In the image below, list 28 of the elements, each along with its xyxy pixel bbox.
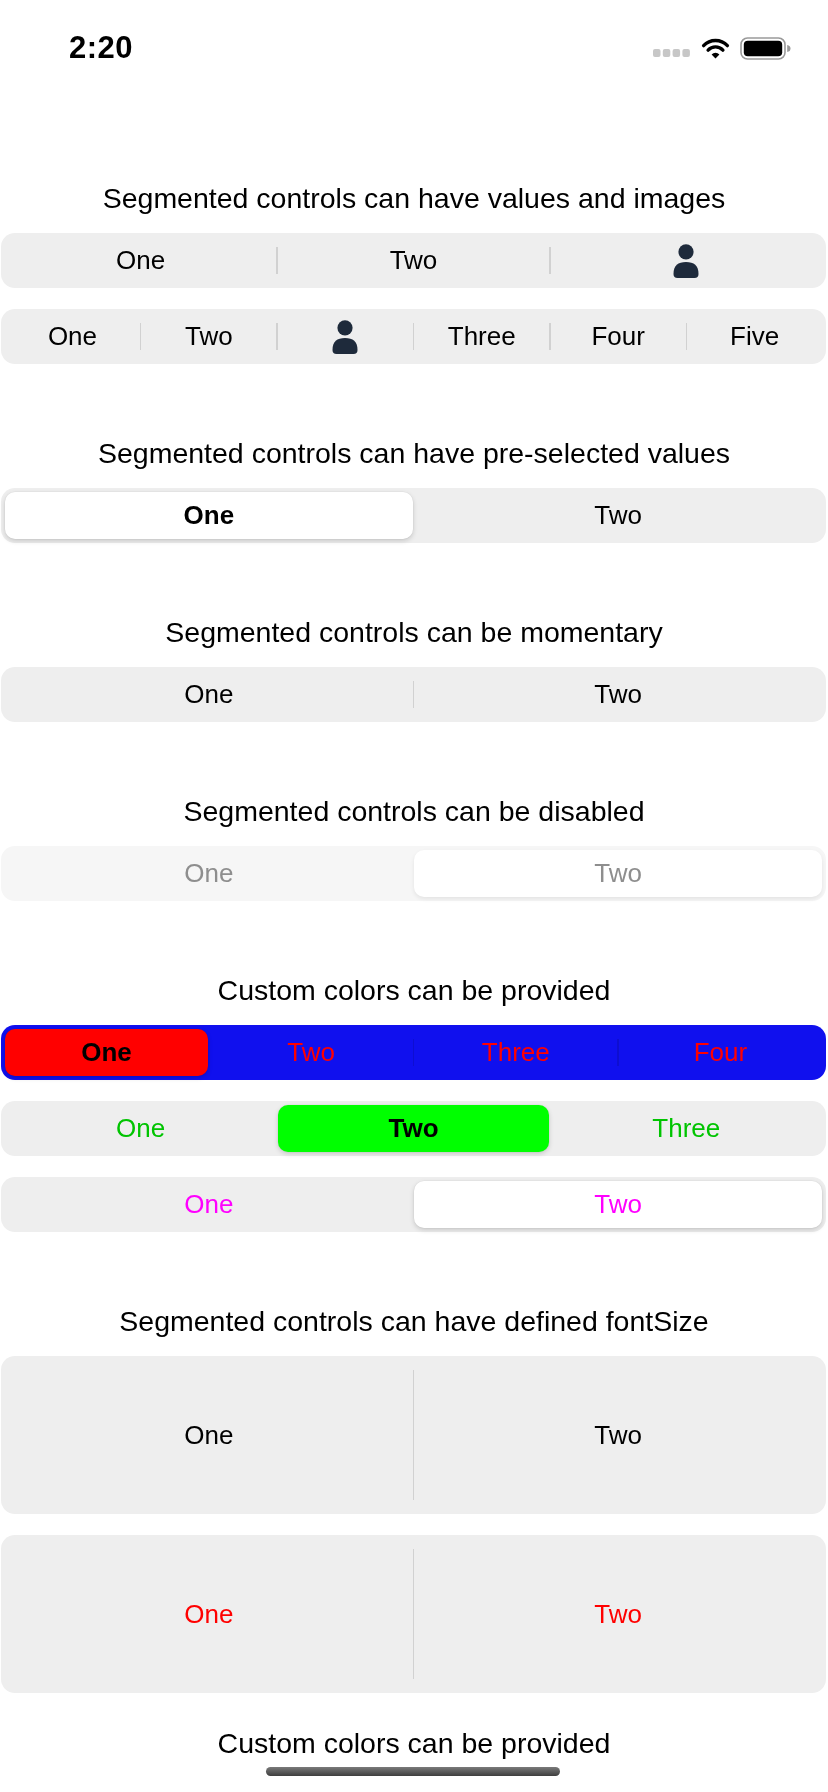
segment-tab[interactable]: Two (141, 313, 277, 360)
segment-tab[interactable]: One (5, 237, 277, 284)
section-title: Segmented controls can have defined fontSize (118, 1304, 710, 1338)
segment-tab[interactable]: One (5, 492, 413, 539)
section-title: Segmented controls can have values and images (101, 181, 727, 215)
segment-tab[interactable]: Two (277, 237, 550, 284)
segment-tab[interactable]: One (5, 671, 413, 718)
section-title: Custom colors can be provided (216, 973, 612, 1007)
section-title: Segmented controls can have pre-selected values (96, 436, 732, 470)
segment-tab[interactable]: One (5, 313, 140, 360)
segment-tab[interactable]: Two (277, 1105, 550, 1152)
battery-icon (740, 36, 791, 60)
segment-tab[interactable]: Five (687, 313, 823, 360)
person-icon (673, 243, 700, 278)
person-icon (332, 319, 359, 354)
wifi-icon (700, 37, 731, 59)
section-title: Segmented controls can be momentary (164, 615, 664, 649)
signal-icon (653, 49, 690, 57)
segment-tab[interactable]: Three (414, 313, 550, 360)
segment-tab[interactable]: Four (550, 313, 686, 360)
section-title: Segmented controls can be disabled (182, 794, 646, 828)
section-title: Custom colors can be provided (216, 1726, 612, 1760)
segment-tab[interactable]: One (5, 1360, 413, 1510)
segment-tab[interactable]: One (5, 1029, 209, 1076)
status-time: 2:20 (69, 30, 134, 66)
segment-tab[interactable]: Two (414, 1360, 822, 1510)
segment-tab[interactable]: Two (414, 671, 822, 718)
segment-tab[interactable]: Two (414, 492, 822, 539)
